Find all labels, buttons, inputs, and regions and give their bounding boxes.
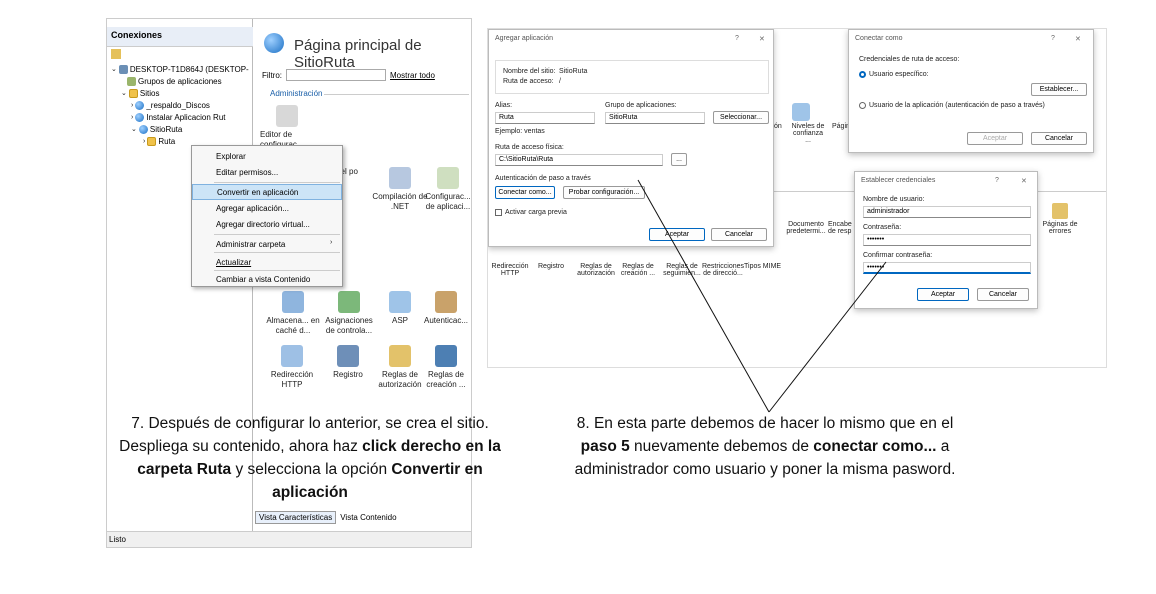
pointer-lines	[637, 179, 887, 413]
pointer-line-connect	[637, 179, 770, 413]
pointer-line-creds	[768, 261, 887, 413]
right-caption: 8. En esta parte debemos de hacer lo mis…	[574, 415, 956, 478]
